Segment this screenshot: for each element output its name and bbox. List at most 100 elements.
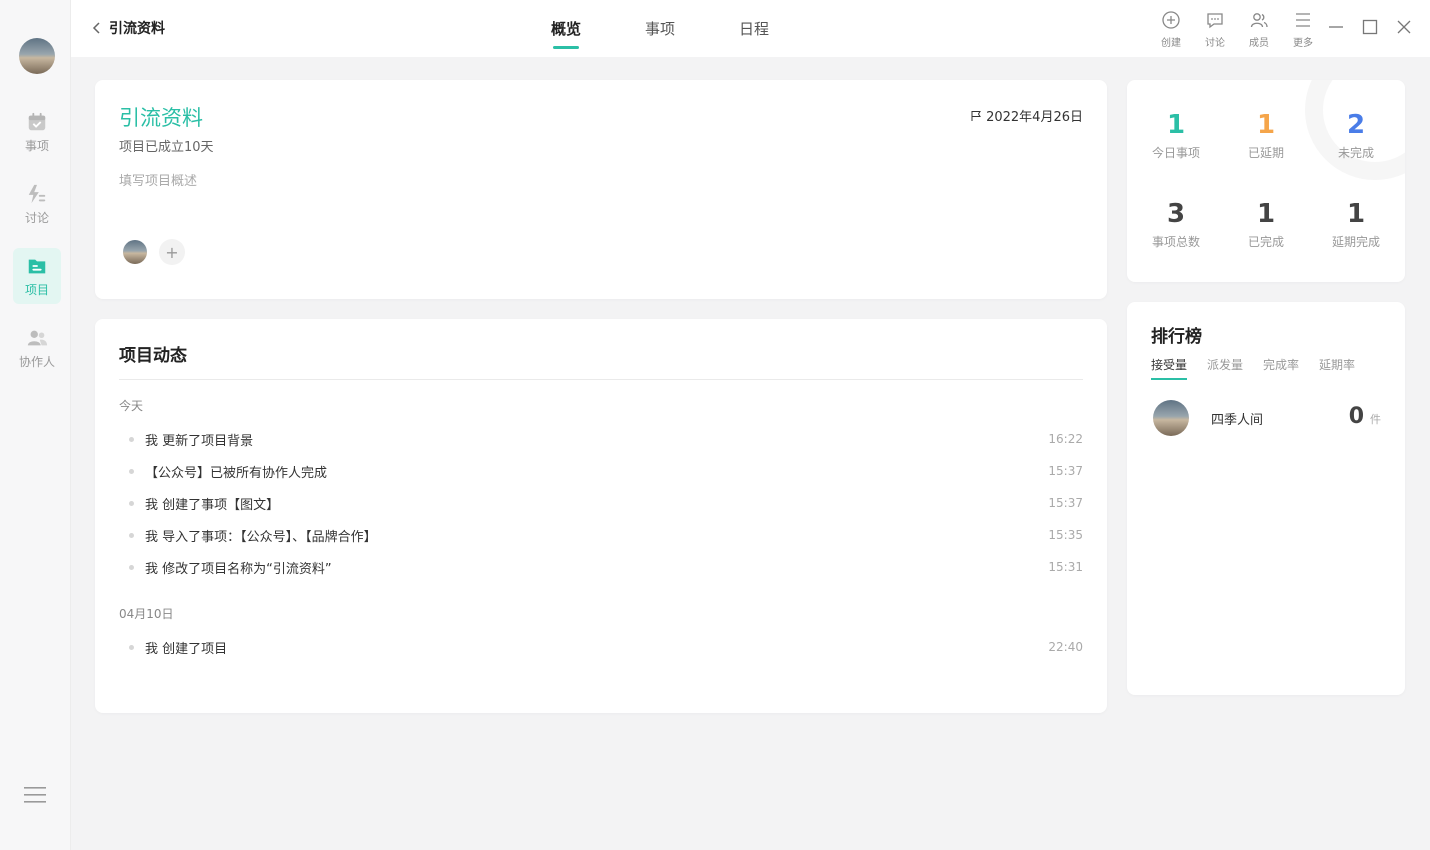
ranking-count-unit: 件: [1370, 413, 1381, 426]
project-title[interactable]: 引流资料: [119, 102, 203, 132]
maximize-button[interactable]: [1353, 16, 1387, 38]
create-button[interactable]: 创建: [1149, 10, 1193, 49]
stat-value: 2: [1346, 110, 1366, 140]
bullet-dot: [129, 644, 134, 650]
sidebar-item-label: 项目: [24, 282, 49, 297]
chat-icon: [1207, 13, 1223, 29]
more-icon: [1296, 13, 1310, 27]
sidebar-item-projects[interactable]: 项目: [13, 248, 61, 304]
members-label: 成员: [1249, 38, 1269, 49]
stat-label: 已完成: [1247, 235, 1284, 249]
ranking-tab-completion-rate[interactable]: 完成率: [1263, 356, 1299, 373]
ranking-count-value: 0: [1348, 404, 1364, 429]
members-button[interactable]: 成员: [1237, 10, 1281, 49]
folder-icon: [28, 259, 46, 273]
stat-label: 未完成: [1337, 146, 1374, 160]
member-avatar[interactable]: [123, 240, 147, 264]
bullet-dot: [129, 436, 134, 442]
members-icon: [1250, 13, 1268, 28]
stat-value: 3: [1166, 199, 1186, 229]
stat-incomplete[interactable]: 2 未完成: [1311, 110, 1401, 161]
activity-time: 15:37: [1048, 496, 1083, 510]
sidebar-item-tasks[interactable]: 事项: [13, 104, 61, 160]
ranking-tab-delay-rate[interactable]: 延期率: [1319, 356, 1355, 373]
bullet-dot: [129, 564, 134, 570]
stat-delayed-completed[interactable]: 1 延期完成: [1311, 199, 1401, 250]
ranking-user-name: 四季人间: [1211, 413, 1264, 428]
discussion-icon: [28, 184, 46, 203]
stat-delayed[interactable]: 1 已延期: [1221, 110, 1311, 161]
activity-item: 我 导入了事项：【公众号】、【品牌合作】 15:35: [129, 525, 1083, 545]
plus-circle-icon: [1162, 11, 1180, 29]
activity-text: 我 创建了事项【图文】: [145, 497, 280, 513]
project-activity-card: 项目动态 今天 我 更新了项目背景 16:22 【公众号】已被所有协作人完成 1…: [95, 319, 1107, 713]
activity-text: 【公众号】已被所有协作人完成: [145, 465, 328, 481]
stat-value: 1: [1346, 199, 1366, 229]
project-date[interactable]: 2022年4月26日: [970, 106, 1083, 125]
stat-completed[interactable]: 1 已完成: [1221, 199, 1311, 250]
tab-tasks[interactable]: 事项: [645, 18, 675, 39]
tab-schedule[interactable]: 日程: [739, 18, 769, 39]
bullet-dot: [129, 500, 134, 506]
sidebar: 事项 讨论 项目 协作人: [0, 0, 71, 850]
stat-today-tasks[interactable]: 1 今日事项: [1131, 110, 1221, 161]
activity-group-label: 今天: [119, 399, 144, 413]
activity-time: 16:22: [1048, 432, 1083, 446]
project-date-text: 2022年4月26日: [986, 110, 1083, 125]
sidebar-item-label: 协作人: [18, 354, 55, 369]
activity-text: 我 创建了项目: [145, 641, 228, 657]
avatar: [1153, 400, 1189, 436]
minimize-button[interactable]: [1319, 16, 1353, 38]
header-project-title: 引流资料: [109, 21, 165, 37]
discussion-button[interactable]: 讨论: [1193, 10, 1237, 49]
sidebar-item-collaborators[interactable]: 协作人: [13, 320, 61, 376]
activity-text: 我 导入了事项：【公众号】、【品牌合作】: [145, 529, 377, 545]
stat-value: 1: [1256, 110, 1276, 140]
activity-time: 15:35: [1048, 528, 1083, 542]
project-age: 项目已成立10天: [119, 140, 214, 155]
more-label: 更多: [1293, 38, 1313, 49]
sidebar-item-discussion[interactable]: 讨论: [13, 176, 61, 232]
add-member-button[interactable]: +: [159, 239, 185, 265]
activity-time: 22:40: [1048, 640, 1083, 654]
discussion-label: 讨论: [1205, 38, 1225, 49]
stat-label: 事项总数: [1151, 235, 1200, 249]
stat-value: 1: [1256, 199, 1276, 229]
close-icon: [1397, 20, 1411, 34]
chevron-left-icon: [92, 22, 100, 34]
sidebar-item-label: 事项: [24, 138, 49, 153]
minimize-icon: [1329, 26, 1343, 28]
activity-item: 我 创建了事项【图文】 15:37: [129, 493, 1083, 513]
hamburger-menu-icon[interactable]: [24, 786, 46, 804]
activity-item: 我 更新了项目背景 16:22: [129, 429, 1083, 449]
create-label: 创建: [1161, 38, 1181, 49]
bullet-dot: [129, 532, 134, 538]
ranking-title: 排行榜: [1151, 327, 1202, 347]
close-button[interactable]: [1387, 16, 1421, 38]
calendar-check-icon: [28, 112, 46, 130]
sidebar-item-label: 讨论: [24, 210, 49, 225]
maximize-icon: [1362, 19, 1378, 35]
people-icon: [27, 330, 48, 345]
stat-total-tasks[interactable]: 3 事项总数: [1131, 199, 1221, 250]
back-button[interactable]: 引流资料: [91, 18, 165, 38]
bullet-dot: [129, 468, 134, 474]
top-header: 引流资料 概览 事项 日程 创建 讨论 成员 更多: [71, 0, 1430, 57]
header-tabs: 概览 事项 日程: [551, 18, 833, 49]
ranking-tab-accepted[interactable]: 接受量: [1151, 356, 1188, 380]
project-description-input[interactable]: 填写项目概述: [119, 170, 197, 189]
activity-item: 我 修改了项目名称为“引流资料” 15:31: [129, 557, 1083, 577]
user-avatar[interactable]: [19, 38, 55, 74]
stat-label: 今日事项: [1151, 146, 1200, 160]
stats-card: 1 今日事项 1 已延期 2 未完成 3 事项总数 1 已完成 1 延期完成: [1127, 80, 1405, 282]
stat-value: 1: [1166, 110, 1186, 140]
tab-overview[interactable]: 概览: [551, 18, 581, 49]
stat-label: 延期完成: [1331, 235, 1380, 249]
ranking-tab-dispatched[interactable]: 派发量: [1207, 356, 1243, 373]
ranking-count: 0 件: [1349, 404, 1381, 429]
activity-item: 我 创建了项目 22:40: [129, 637, 1083, 657]
activity-time: 15:31: [1048, 560, 1083, 574]
ranking-card: 排行榜 接受量 派发量 完成率 延期率 四季人间 0 件: [1127, 302, 1405, 695]
activity-group-label: 04月10日: [119, 607, 174, 621]
ranking-tabs: 接受量 派发量 完成率 延期率: [1151, 356, 1375, 380]
